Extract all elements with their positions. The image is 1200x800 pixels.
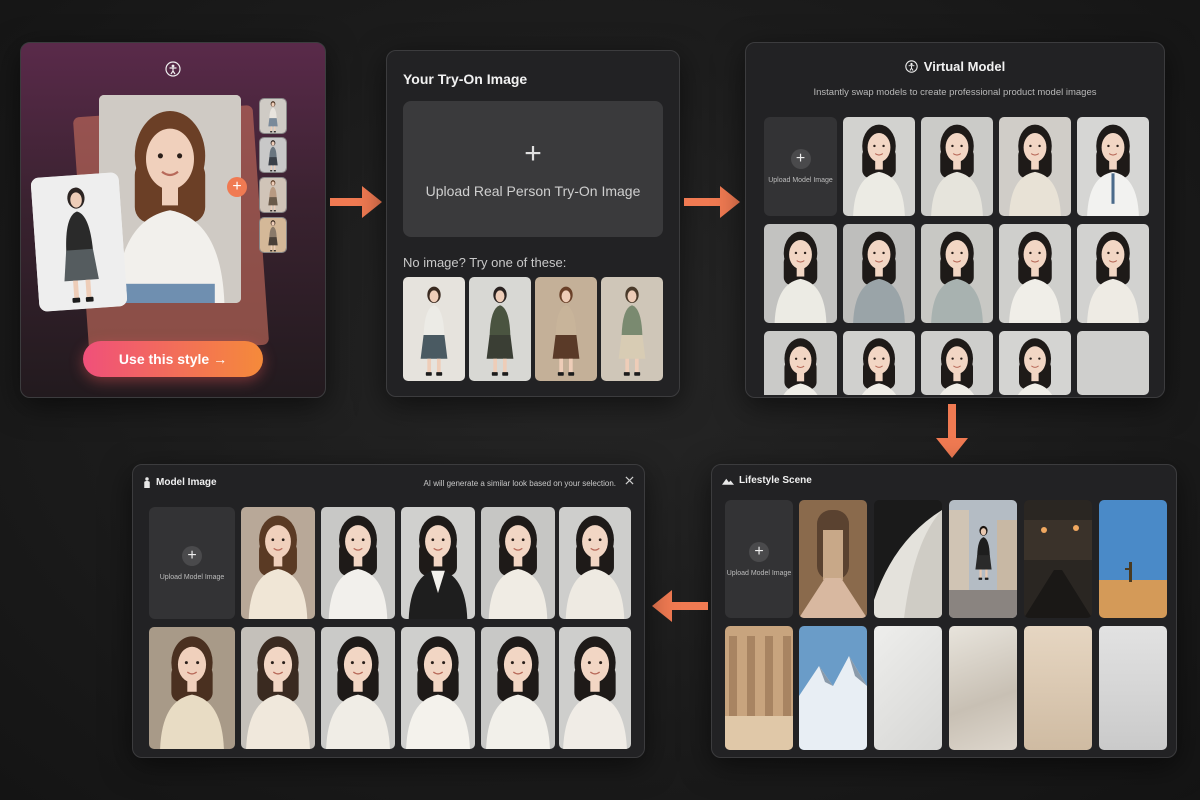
scene-thumb[interactable] [874,626,942,750]
model-thumb[interactable] [843,117,915,216]
model-thumb[interactable] [481,627,555,749]
tryon-title: Your Try-On Image [403,71,528,87]
model-thumb-empty[interactable] [1077,331,1149,395]
plus-icon: + [749,541,769,562]
person-icon [165,61,181,77]
plus-icon: + [790,149,811,169]
scene-thumb[interactable] [1024,626,1092,750]
scene-thumb[interactable] [874,500,942,618]
model-thumb[interactable] [843,224,915,323]
scene-thumb[interactable] [949,626,1017,750]
scene-thumb[interactable] [799,626,867,750]
model-thumb[interactable] [921,224,993,323]
lifestyle-title: Lifestyle Scene [739,475,812,486]
scene-thumb[interactable] [1024,500,1092,618]
model-thumb[interactable] [764,331,837,395]
upload-model-tile[interactable]: + Upload Model Image [764,117,837,216]
virtual-model-subtitle: Instantly swap models to create professi… [813,87,1097,98]
virtual-model-panel: Virtual Model Instantly swap models to c… [745,42,1165,398]
model-thumb[interactable] [764,224,837,323]
sample-image[interactable] [535,277,597,381]
use-this-style-button[interactable]: Use this style → [83,341,263,377]
samples-label: No image? Try one of these: [403,255,567,270]
model-image-panel: Model Image AI will generate a similar l… [132,464,645,758]
arrow-right-icon [330,186,382,218]
add-badge[interactable]: + [227,177,247,197]
close-icon[interactable] [622,473,636,487]
mountain-icon [722,478,734,485]
lifestyle-scene-panel: Lifestyle Scene + Upload Model Image [711,464,1177,758]
person-icon [144,477,150,488]
virtual-model-title: Virtual Model [923,59,1006,74]
person-icon [905,60,918,73]
model-thumb[interactable] [999,224,1071,323]
model-thumb[interactable] [149,627,235,749]
scene-thumb[interactable] [799,500,867,618]
arrow-down-icon [936,404,968,458]
arrow-left-icon [652,590,708,622]
sample-image[interactable] [403,277,465,381]
model-thumb[interactable] [999,331,1071,395]
arrow-right-icon [684,186,740,218]
style-thumb[interactable] [259,177,287,213]
scene-thumb[interactable] [949,500,1017,618]
scene-thumb[interactable] [1099,626,1167,750]
model-thumb[interactable] [843,331,915,395]
tryon-panel: Your Try-On Image + Upload Real Person T… [386,50,680,397]
model-image-header: Model Image [143,477,217,488]
model-thumb[interactable] [241,627,315,749]
model-thumb[interactable] [559,507,631,619]
scene-thumb[interactable] [725,626,793,750]
model-thumb[interactable] [241,507,315,619]
model-image-note: AI will generate a similar look based on… [423,479,616,488]
upload-model-label: Upload Model Image [768,177,833,184]
style-thumb[interactable] [259,137,287,173]
lifestyle-header: Lifestyle Scene [722,475,812,486]
style-thumb[interactable] [259,98,287,134]
model-thumb[interactable] [1077,224,1149,323]
sample-image[interactable] [469,277,531,381]
model-thumb[interactable] [921,331,993,395]
model-thumb[interactable] [321,507,395,619]
style-thumb[interactable] [259,217,287,253]
model-thumb[interactable] [481,507,555,619]
model-thumb[interactable] [559,627,631,749]
model-thumb[interactable] [321,627,395,749]
model-thumb[interactable] [999,117,1071,216]
upload-model-tile[interactable]: + Upload Model Image [725,500,793,618]
model-thumb[interactable] [921,117,993,216]
sample-image[interactable] [601,277,663,381]
plus-icon: + [182,545,202,566]
plus-icon: + [524,137,542,170]
style-card: + Use this style → [20,42,326,398]
outfit-card [30,172,128,312]
scene-thumb[interactable] [1099,500,1167,618]
model-image-title: Model Image [156,477,217,488]
upload-model-label: Upload Model Image [726,569,792,577]
upload-model-tile[interactable]: + Upload Model Image [149,507,235,619]
upload-tryon-label: Upload Real Person Try-On Image [425,183,641,199]
virtual-model-header: Virtual Model [746,59,1164,74]
cta-label: Use this style → [118,351,228,367]
upload-model-label: Upload Model Image [159,573,225,581]
model-thumb[interactable] [401,507,475,619]
model-thumb[interactable] [1077,117,1149,216]
upload-tryon-dropzone[interactable]: + Upload Real Person Try-On Image [403,101,663,237]
model-thumb[interactable] [401,627,475,749]
